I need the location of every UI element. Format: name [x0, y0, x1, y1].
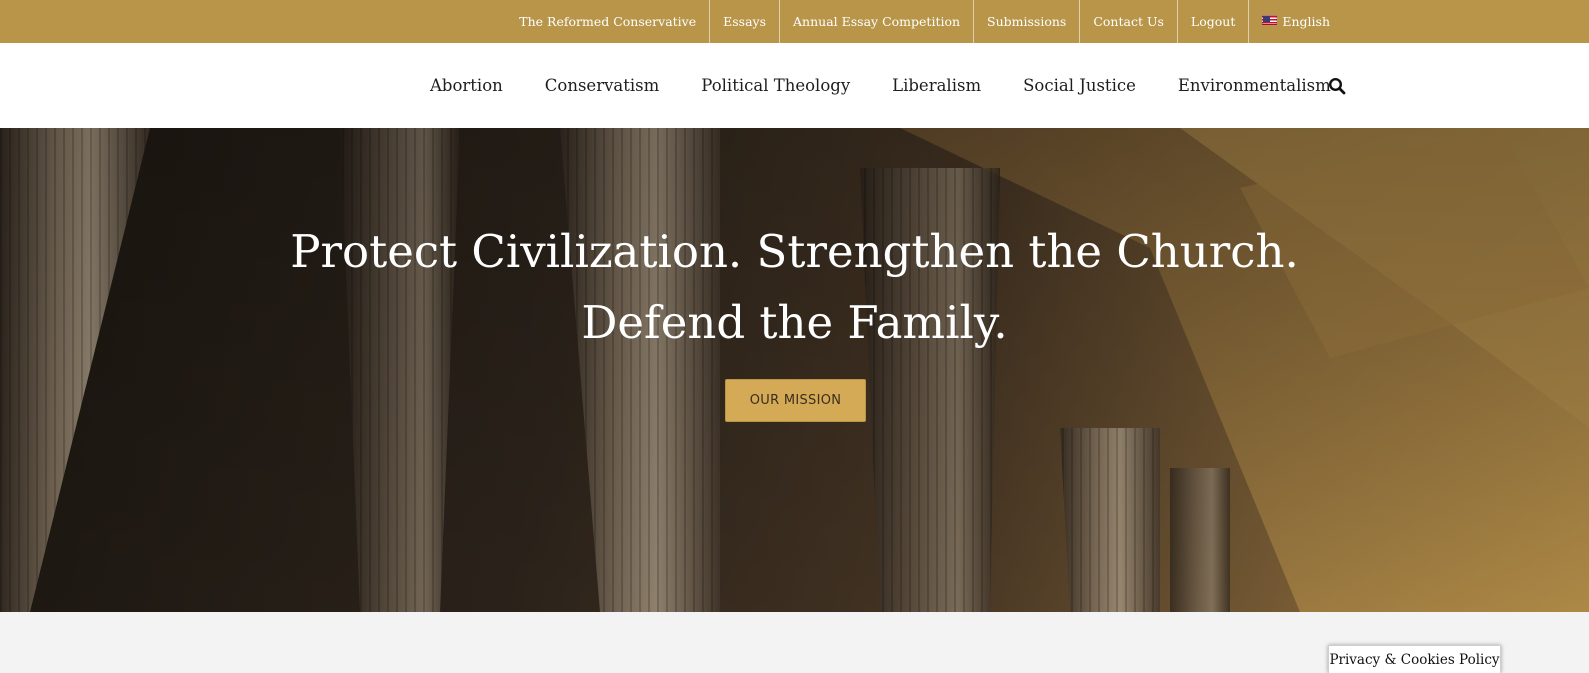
topbar-link-annual-essay-competition[interactable]: Annual Essay Competition: [779, 0, 973, 43]
topbar-link-submissions[interactable]: Submissions: [973, 0, 1079, 43]
topbar-link-contact-us[interactable]: Contact Us: [1079, 0, 1177, 43]
nav-item-liberalism[interactable]: Liberalism: [871, 76, 1002, 95]
topbar-link-label: Annual Essay Competition: [793, 14, 961, 29]
nav-item-social-justice[interactable]: Social Justice: [1002, 76, 1157, 95]
nav-item-conservatism[interactable]: Conservatism: [524, 76, 681, 95]
us-flag-icon: [1262, 15, 1278, 25]
language-selector[interactable]: English: [1248, 0, 1330, 43]
hero-title-line-2: Defend the Family.: [581, 296, 1008, 349]
topbar-link-label: Logout: [1190, 14, 1236, 29]
nav-item-environmentalism[interactable]: Environmentalism: [1157, 76, 1352, 95]
topbar-link-logout[interactable]: Logout: [1176, 0, 1248, 43]
nav-item-political-theology[interactable]: Political Theology: [680, 76, 871, 95]
nav-item-abortion[interactable]: Abortion: [409, 76, 524, 95]
topbar-link-label: Essays: [723, 14, 767, 29]
topbar-link-essays[interactable]: Essays: [709, 0, 779, 43]
topbar-link-label: The Reformed Conservative: [519, 14, 697, 29]
search-button[interactable]: [1328, 77, 1346, 95]
our-mission-button[interactable]: OUR MISSION: [725, 379, 866, 422]
topbar-link-label: Contact Us: [1093, 14, 1164, 29]
topbar-link-reformed-conservative[interactable]: The Reformed Conservative: [506, 0, 709, 43]
search-icon: [1328, 77, 1346, 95]
language-label: English: [1282, 14, 1330, 29]
top-utility-bar: The Reformed Conservative Essays Annual …: [0, 0, 1589, 43]
hero-banner: Protect Civilization. Strengthen the Chu…: [0, 128, 1589, 612]
hero-title-line-1: Protect Civilization. Strengthen the Chu…: [290, 225, 1299, 278]
top-utility-nav: The Reformed Conservative Essays Annual …: [506, 0, 1330, 43]
main-navigation: Abortion Conservatism Political Theology…: [0, 43, 1589, 128]
privacy-cookies-policy-tab[interactable]: Privacy & Cookies Policy: [1328, 645, 1501, 673]
hero-title: Protect Civilization. Strengthen the Chu…: [0, 216, 1589, 358]
main-nav-list: Abortion Conservatism Political Theology…: [409, 43, 1352, 128]
topbar-link-label: Submissions: [987, 14, 1067, 29]
hero-columns-background: [0, 128, 1589, 612]
